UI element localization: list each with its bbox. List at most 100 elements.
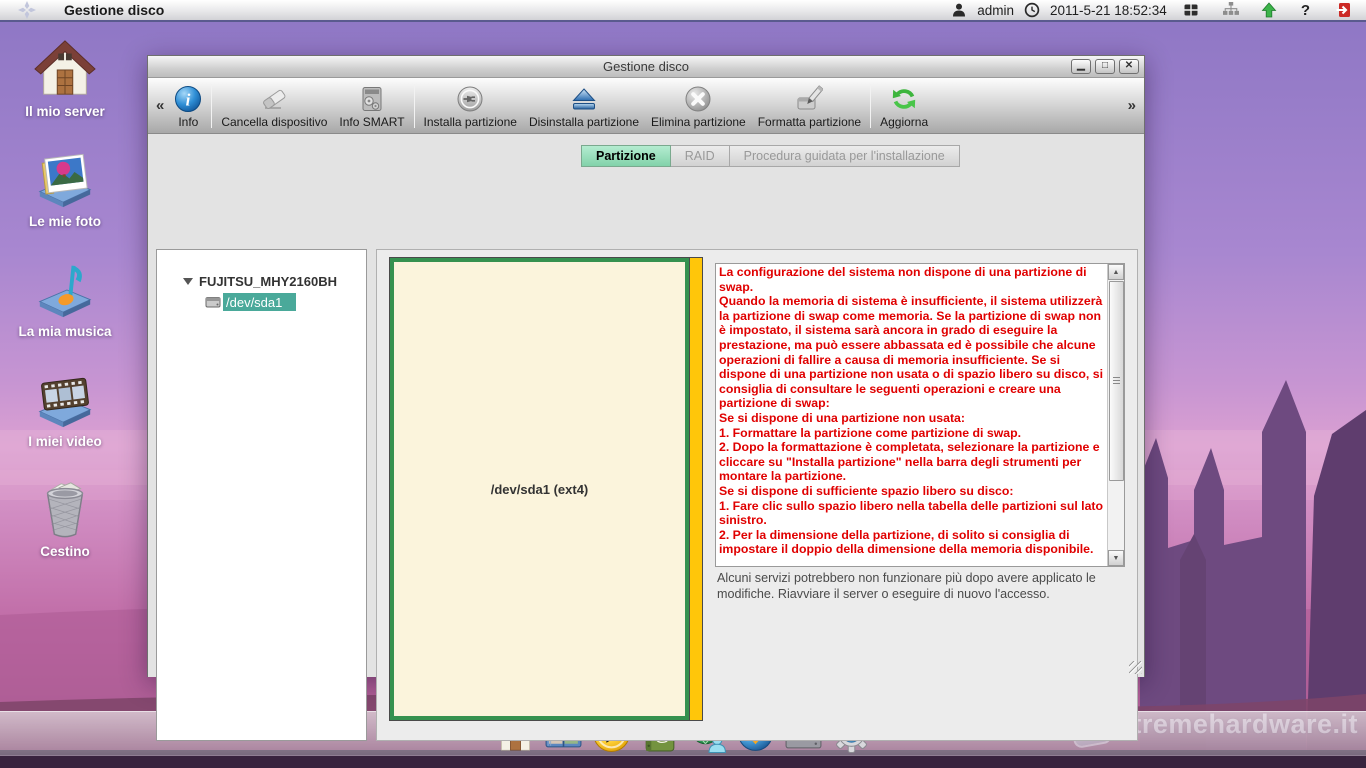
tab-raid[interactable]: RAID [671, 145, 730, 167]
vertical-scrollbar[interactable]: ▲ ▼ [1107, 264, 1124, 566]
desktop-icon-my-server[interactable]: Il mio server [15, 38, 115, 119]
toolbar-separator [870, 84, 871, 128]
partition-main-panel: /dev/sda1 (ext4) La configurazione del s… [376, 249, 1138, 741]
window-toolbar: « i Info Cancella dispositivo [148, 78, 1144, 134]
logout-icon[interactable] [1336, 2, 1352, 18]
toolbar-button-smart-info[interactable]: Info SMART [333, 79, 410, 133]
scrollbar-grip [1113, 377, 1120, 384]
warning-line: 1. Formattare la partizione come partizi… [719, 426, 1104, 441]
services-note: Alcuni servizi potrebbero non funzionare… [717, 570, 1125, 602]
close-button[interactable]: ✕ [1119, 59, 1139, 74]
toolbar-button-delete-partition[interactable]: Elimina partizione [645, 79, 752, 133]
window-title: Gestione disco [603, 59, 689, 74]
partition-map[interactable]: /dev/sda1 (ext4) [389, 257, 703, 721]
eject-icon [570, 85, 598, 113]
desktop-icon-label: Il mio server [15, 104, 115, 119]
username[interactable]: admin [977, 3, 1014, 18]
partition-block[interactable]: /dev/sda1 (ext4) [390, 258, 689, 720]
desktop-icon-label: I miei video [15, 434, 115, 449]
warning-line: La configurazione del sistema non dispon… [719, 265, 1104, 294]
desktop-icon-label: Le mie foto [15, 214, 115, 229]
network-sitemap-icon[interactable] [1223, 2, 1239, 18]
desktop-icon-label: Cestino [15, 544, 115, 559]
delete-x-icon [684, 85, 712, 113]
expand-triangle-icon[interactable] [183, 278, 193, 285]
scrollbar-thumb[interactable] [1109, 281, 1124, 481]
app-logo-icon [18, 1, 36, 19]
toolbar-separator [414, 84, 415, 128]
refresh-icon [890, 85, 918, 113]
topbar-status-area: admin 2011-5-21 18:52:34 ? [951, 2, 1366, 19]
upload-arrow-icon[interactable] [1261, 2, 1277, 18]
toolbar-button-uninstall-partition[interactable]: Disinstalla partizione [523, 79, 645, 133]
warning-line: Quando la memoria di sistema è insuffici… [719, 294, 1104, 411]
window-resize-grip[interactable] [1129, 661, 1142, 674]
toolbar-button-install-partition[interactable]: Installa partizione [418, 79, 523, 133]
desktop-icon-my-videos[interactable]: I miei video [15, 368, 115, 449]
scroll-up-button[interactable]: ▲ [1108, 264, 1124, 280]
device-name: FUJITSU_MHY2160BH [199, 274, 337, 289]
scroll-down-button[interactable]: ▼ [1108, 550, 1124, 566]
smart-disk-icon [358, 85, 386, 113]
toolbar-button-label: Elimina partizione [651, 115, 746, 129]
mount-plug-icon [456, 85, 484, 113]
user-icon [951, 2, 967, 18]
tree-device-row[interactable]: FUJITSU_MHY2160BH [183, 274, 366, 289]
toolbar-button-label: Info SMART [339, 115, 404, 129]
clock-icon [1024, 2, 1040, 18]
info-icon: i [174, 85, 202, 113]
toolbar-button-erase-device[interactable]: Cancella dispositivo [215, 79, 333, 133]
toolbar-button-label: Info [178, 115, 198, 129]
toolbar-button-refresh[interactable]: Aggiorna [874, 79, 934, 133]
help-icon[interactable]: ? [1295, 2, 1316, 19]
toolbar-button-label: Cancella dispositivo [221, 115, 327, 129]
toolbar-button-label: Aggiorna [880, 115, 928, 129]
tab-install-wizard[interactable]: Procedura guidata per l'installazione [730, 145, 960, 167]
hdd-icon [205, 294, 222, 310]
svg-text:i: i [186, 90, 191, 109]
device-tree-panel: FUJITSU_MHY2160BH /dev/sda1 [156, 249, 367, 741]
toolbar-separator [211, 84, 212, 128]
tab-bar: Partizione RAID Procedura guidata per l'… [581, 145, 960, 167]
disk-management-window: Gestione disco ▁ □ ✕ « i Info [147, 55, 1145, 677]
desktop: Gestione disco admin 2011-5-21 18:52:34 … [0, 0, 1366, 768]
desktop-icon-my-music[interactable]: La mia musica [15, 258, 115, 339]
datetime: 2011-5-21 18:52:34 [1050, 3, 1167, 18]
toolbar-overflow-left-icon[interactable]: « [152, 97, 168, 114]
eraser-icon [260, 85, 288, 113]
partition-name-selected: /dev/sda1 [223, 293, 296, 311]
warning-line: 1. Fare clic sullo spazio libero nella t… [719, 499, 1104, 528]
page-title: Gestione disco [64, 2, 164, 18]
music-icon [34, 258, 96, 320]
photos-icon [34, 148, 96, 210]
toolbar-button-label: Formatta partizione [758, 115, 861, 129]
toolbar-overflow-right-icon[interactable]: » [1124, 97, 1140, 114]
topbar: Gestione disco admin 2011-5-21 18:52:34 … [0, 0, 1366, 22]
partition-block-label: /dev/sda1 (ext4) [491, 482, 589, 497]
warning-line: 2. Per la dimensione della partizione, d… [719, 528, 1104, 557]
free-space-strip[interactable] [689, 258, 702, 720]
desktop-icon-trash[interactable]: Cestino [15, 478, 115, 559]
warning-line: 2. Dopo la formattazione è completata, s… [719, 440, 1104, 484]
tree-partition-row[interactable]: /dev/sda1 [205, 293, 366, 311]
window-content: Partizione RAID Procedura guidata per l'… [148, 134, 1144, 677]
format-pencil-icon [795, 85, 823, 113]
desktop-icon-my-photos[interactable]: Le mie foto [15, 148, 115, 229]
tab-partition[interactable]: Partizione [581, 145, 671, 167]
swap-warning-text: La configurazione del sistema non dispon… [716, 264, 1107, 566]
warning-line: Se si dispone di una partizione non usat… [719, 411, 1104, 426]
house-icon [34, 38, 96, 100]
maximize-button[interactable]: □ [1095, 59, 1115, 74]
videos-icon [34, 368, 96, 430]
trash-icon [34, 478, 96, 540]
warning-line: Se si dispone di sufficiente spazio libe… [719, 484, 1104, 499]
desktop-icon-label: La mia musica [15, 324, 115, 339]
swap-warning-box: La configurazione del sistema non dispon… [715, 263, 1125, 567]
apps-grid-icon[interactable] [1183, 2, 1199, 18]
window-controls: ▁ □ ✕ [1071, 59, 1139, 74]
window-titlebar[interactable]: Gestione disco ▁ □ ✕ [148, 56, 1144, 78]
toolbar-button-format-partition[interactable]: Formatta partizione [752, 79, 867, 133]
minimize-button[interactable]: ▁ [1071, 59, 1091, 74]
toolbar-button-label: Installa partizione [424, 115, 517, 129]
toolbar-button-info[interactable]: i Info [168, 79, 208, 133]
